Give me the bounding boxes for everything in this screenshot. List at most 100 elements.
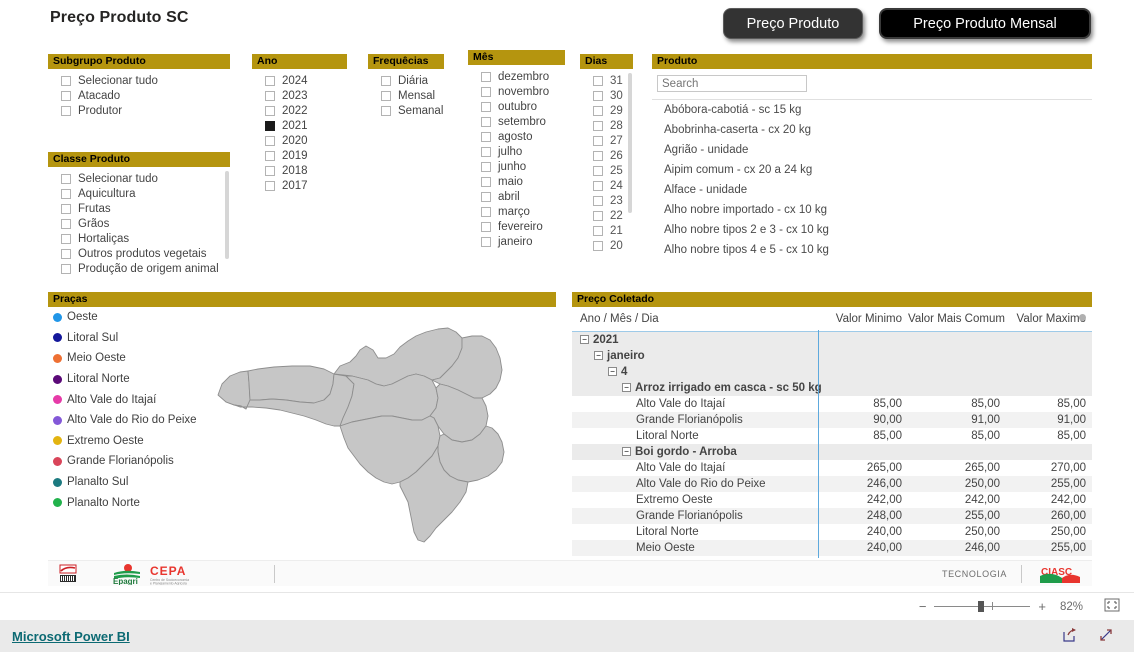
matrix-row[interactable]: Grande Florianópolis 90,00 91,00 91,00 (572, 412, 1092, 428)
nav-button-preco-produto-mensal[interactable]: Preço Produto Mensal (879, 8, 1091, 39)
zoom-slider-thumb[interactable] (978, 601, 985, 612)
checkbox-icon[interactable] (481, 146, 491, 157)
collapse-icon[interactable]: − (622, 447, 631, 457)
produto-item[interactable]: Abobrinha-caserta - cx 20 kg (652, 120, 1092, 140)
santa-catarina-map[interactable] (200, 314, 550, 554)
matrix-row[interactable]: Alto Vale do Itajaí 265,00 265,00 270,00 (572, 460, 1092, 476)
matrix-row[interactable]: − Arroz irrigado em casca - sc 50 kg (572, 380, 1092, 396)
checkbox-icon[interactable] (593, 120, 603, 131)
produto-item[interactable]: Alho nobre importado - cx 10 kg (652, 200, 1092, 220)
collapse-icon[interactable]: − (622, 383, 631, 393)
zoom-out-button[interactable]: − (915, 599, 931, 614)
checkbox-icon[interactable] (265, 165, 275, 176)
checkbox-icon[interactable] (593, 75, 603, 86)
slicer-option[interactable]: 26 (580, 148, 633, 163)
checkbox-icon[interactable] (593, 165, 603, 176)
checkbox-icon[interactable] (593, 180, 603, 191)
fullscreen-icon[interactable] (1098, 627, 1114, 646)
checkbox-icon[interactable] (265, 120, 275, 131)
slicer-option[interactable]: 23 (580, 193, 633, 208)
checkbox-icon[interactable] (481, 161, 491, 172)
slicer-option[interactable]: 31 (580, 73, 633, 88)
checkbox-icon[interactable] (593, 105, 603, 116)
slicer-option[interactable]: Semanal (368, 103, 444, 118)
produto-item[interactable]: Alface - unidade (652, 180, 1092, 200)
slicer-option[interactable]: 2022 (252, 103, 347, 118)
slicer-option[interactable]: 2019 (252, 148, 347, 163)
slicer-option[interactable]: 2024 (252, 73, 347, 88)
slicer-option[interactable]: Outros produtos vegetais (48, 246, 230, 261)
slicer-option[interactable]: 2018 (252, 163, 347, 178)
checkbox-icon[interactable] (481, 101, 491, 112)
checkbox-icon[interactable] (481, 206, 491, 217)
slicer-option[interactable]: Produção de origem animal (48, 261, 230, 276)
checkbox-icon[interactable] (61, 105, 71, 116)
checkbox-icon[interactable] (61, 248, 71, 259)
checkbox-icon[interactable] (593, 195, 603, 206)
checkbox-icon[interactable] (481, 221, 491, 232)
produto-item[interactable]: Alho nobre tipos 2 e 3 - cx 10 kg (652, 220, 1092, 240)
slicer-option[interactable]: 27 (580, 133, 633, 148)
checkbox-icon[interactable] (593, 135, 603, 146)
slicer-classe-produto-scrollbar[interactable] (225, 171, 229, 259)
matrix-row[interactable]: Litoral Norte 85,00 85,00 85,00 (572, 428, 1092, 444)
matrix-col-ano-mes-dia[interactable]: Ano / Mês / Dia (572, 307, 818, 332)
matrix-row[interactable]: − janeiro (572, 348, 1092, 364)
zoom-in-button[interactable]: + (1034, 599, 1050, 614)
checkbox-icon[interactable] (481, 86, 491, 97)
checkbox-icon[interactable] (593, 225, 603, 236)
produto-item[interactable]: Aipim comum - cx 20 a 24 kg (652, 160, 1092, 180)
checkbox-icon[interactable] (381, 75, 391, 86)
checkbox-icon[interactable] (61, 233, 71, 244)
slicer-option[interactable]: Selecionar tudo (48, 73, 230, 88)
slicer-option[interactable]: 28 (580, 118, 633, 133)
slicer-option[interactable]: setembro (468, 114, 565, 129)
slicer-option[interactable]: 2023 (252, 88, 347, 103)
slicer-option[interactable]: 2020 (252, 133, 347, 148)
slicer-option[interactable]: abril (468, 189, 565, 204)
checkbox-icon[interactable] (481, 116, 491, 127)
matrix-row[interactable]: Litoral Norte 240,00 250,00 250,00 (572, 524, 1092, 540)
matrix-row[interactable]: −4 (572, 364, 1092, 380)
checkbox-icon[interactable] (481, 191, 491, 202)
checkbox-icon[interactable] (265, 75, 275, 86)
checkbox-icon[interactable] (265, 105, 275, 116)
slicer-option[interactable]: maio (468, 174, 565, 189)
checkbox-icon[interactable] (481, 176, 491, 187)
produto-item[interactable]: Alho nobre tipos 4 e 5 - cx 10 kg (652, 240, 1092, 260)
checkbox-icon[interactable] (381, 90, 391, 101)
slicer-option[interactable]: janeiro (468, 234, 565, 249)
share-icon[interactable] (1062, 627, 1078, 646)
slicer-option[interactable]: Atacado (48, 88, 230, 103)
slicer-option[interactable]: Selecionar tudo (48, 171, 230, 186)
slicer-option[interactable]: Frutas (48, 201, 230, 216)
checkbox-icon[interactable] (481, 236, 491, 247)
slicer-option[interactable]: Grãos (48, 216, 230, 231)
microsoft-powerbi-link[interactable]: Microsoft Power BI (12, 629, 130, 644)
slicer-option[interactable]: março (468, 204, 565, 219)
matrix-col-valor-minimo[interactable]: Valor Minimo (818, 307, 908, 332)
checkbox-icon[interactable] (61, 75, 71, 86)
checkbox-icon[interactable] (593, 240, 603, 251)
checkbox-icon[interactable] (265, 180, 275, 191)
slicer-option[interactable]: Mensal (368, 88, 444, 103)
checkbox-icon[interactable] (61, 173, 71, 184)
matrix-row[interactable]: − Boi gordo - Arroba (572, 444, 1092, 460)
checkbox-icon[interactable] (265, 135, 275, 146)
checkbox-icon[interactable] (61, 218, 71, 229)
slicer-option[interactable]: Aquicultura (48, 186, 230, 201)
slicer-option[interactable]: 29 (580, 103, 633, 118)
produto-item[interactable]: Agrião - unidade (652, 140, 1092, 160)
slicer-option[interactable]: agosto (468, 129, 565, 144)
slicer-option[interactable]: 2017 (252, 178, 347, 193)
slicer-option[interactable]: 22 (580, 208, 633, 223)
slicer-option[interactable]: 21 (580, 223, 633, 238)
slicer-option[interactable]: fevereiro (468, 219, 565, 234)
checkbox-icon[interactable] (61, 203, 71, 214)
checkbox-icon[interactable] (593, 90, 603, 101)
matrix-row[interactable]: Meio Oeste 240,00 246,00 255,00 (572, 540, 1092, 556)
produto-item[interactable]: Abóbora-cabotiá - sc 15 kg (652, 100, 1092, 120)
checkbox-icon[interactable] (381, 105, 391, 116)
slicer-option[interactable]: 30 (580, 88, 633, 103)
produto-search-input[interactable] (657, 75, 807, 92)
